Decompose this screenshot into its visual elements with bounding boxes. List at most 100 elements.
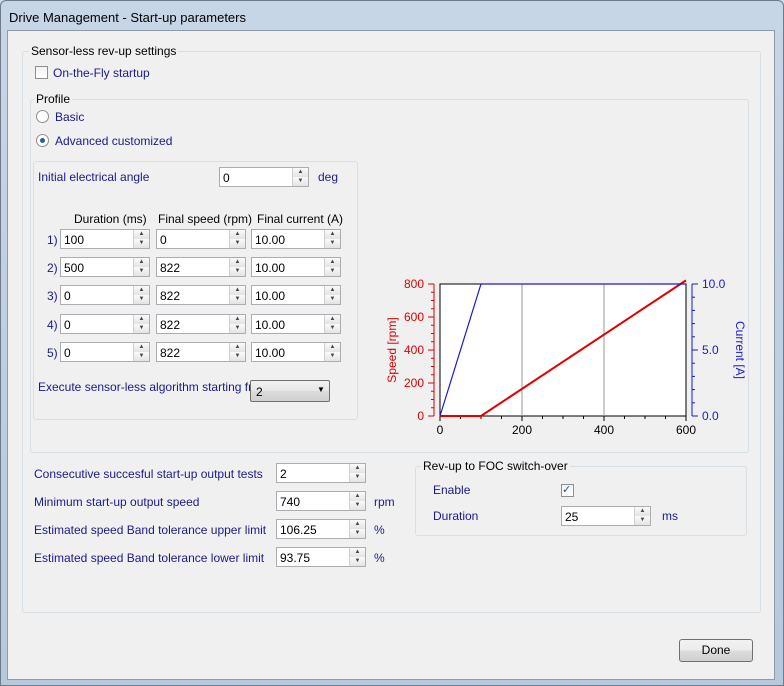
spin-down-button[interactable]: ▼ — [230, 324, 245, 333]
y2-axis-label: Current [A] — [733, 321, 747, 379]
advanced-radio-label[interactable]: Advanced customized — [55, 134, 172, 148]
spin-down-button[interactable]: ▼ — [230, 352, 245, 361]
y-tick-label: 600 — [404, 310, 424, 324]
profile-group-label: Profile — [34, 92, 73, 106]
lower-limit-label: Estimated speed Band tolerance lower lim… — [34, 551, 265, 565]
step-duration-spinner[interactable]: 100 ▲ ▼ — [60, 229, 150, 249]
spin-down-button[interactable]: ▼ — [350, 529, 365, 538]
spin-down-button[interactable]: ▼ — [230, 239, 245, 248]
min-speed-spinner[interactable]: 740 ▲ ▼ — [276, 491, 366, 511]
lower-limit-spinner[interactable]: 93.75 ▲ ▼ — [276, 547, 366, 567]
basic-radio[interactable] — [36, 110, 49, 123]
step-current-spinner[interactable]: 10.00 ▲ ▼ — [251, 257, 341, 277]
x-tick-label: 0 — [437, 423, 444, 437]
on-the-fly-checkbox[interactable] — [35, 66, 48, 79]
step-row-label: 2) — [47, 261, 58, 275]
min-speed-value: 740 — [280, 495, 301, 509]
spin-down-button[interactable]: ▼ — [134, 295, 149, 304]
spin-down-button[interactable]: ▼ — [293, 177, 308, 186]
initial-angle-unit: deg — [318, 170, 339, 184]
step-speed-spinner[interactable]: 822 ▲ ▼ — [156, 314, 246, 334]
foc-enable-checkbox[interactable]: ✓ — [561, 484, 574, 497]
y-axis-label: Speed [rpm] — [385, 317, 399, 382]
radio-selected-dot — [40, 138, 45, 143]
upper-limit-label: Estimated speed Band tolerance upper lim… — [34, 523, 267, 537]
initial-angle-value: 0 — [223, 171, 230, 185]
upper-limit-unit: % — [374, 523, 385, 537]
step-duration-value: 0 — [64, 346, 71, 360]
y2-tick-label: 5.0 — [702, 343, 719, 357]
min-speed-label: Minimum start-up output speed — [34, 495, 200, 509]
step-duration-value: 0 — [64, 289, 71, 303]
spin-down-button[interactable]: ▼ — [350, 473, 365, 482]
step-current-value: 10.00 — [255, 346, 286, 360]
y-tick-label: 800 — [404, 277, 424, 291]
spin-down-button[interactable]: ▼ — [134, 239, 149, 248]
window-title: Drive Management - Start-up parameters — [9, 10, 246, 25]
spin-down-button[interactable]: ▼ — [350, 501, 365, 510]
step-row-label: 4) — [47, 318, 58, 332]
y-tick-label: 0 — [417, 409, 424, 423]
spin-down-button[interactable]: ▼ — [325, 295, 340, 304]
foc-group-label: Rev-up to FOC switch-over — [421, 459, 570, 473]
step-current-value: 10.00 — [255, 289, 286, 303]
step-duration-value: 500 — [64, 261, 85, 275]
spin-down-button[interactable]: ▼ — [350, 557, 365, 566]
step-duration-spinner[interactable]: 0 ▲ ▼ — [60, 285, 150, 305]
dialog-client-area: Sensor-less rev-up settings On-the-Fly s… — [7, 30, 775, 680]
step-speed-value: 822 — [160, 261, 181, 275]
y-tick-label: 400 — [404, 343, 424, 357]
final-current-header: Final current (A) — [257, 212, 344, 226]
foc-duration-spinner[interactable]: 25 ▲ ▼ — [561, 506, 651, 526]
step-speed-spinner[interactable]: 822 ▲ ▼ — [156, 342, 246, 362]
foc-enable-label: Enable — [433, 483, 471, 497]
basic-radio-label[interactable]: Basic — [55, 110, 84, 124]
initial-angle-spinner[interactable]: 0 ▲ ▼ — [219, 167, 309, 187]
spin-down-button[interactable]: ▼ — [230, 267, 245, 276]
step-current-spinner[interactable]: 10.00 ▲ ▼ — [251, 342, 341, 362]
step-duration-spinner[interactable]: 0 ▲ ▼ — [60, 342, 150, 362]
step-current-value: 10.00 — [255, 233, 286, 247]
on-the-fly-label[interactable]: On-the-Fly startup — [53, 66, 150, 80]
step-duration-spinner[interactable]: 0 ▲ ▼ — [60, 314, 150, 334]
execute-step-dropdown[interactable]: 2 ▼ — [250, 380, 330, 402]
foc-duration-unit: ms — [662, 509, 678, 523]
step-current-spinner[interactable]: 10.00 ▲ ▼ — [251, 229, 341, 249]
done-button[interactable]: Done — [679, 639, 753, 662]
x-tick-label: 200 — [512, 423, 532, 437]
title-bar[interactable]: Drive Management - Start-up parameters — [1, 1, 783, 31]
y2-tick-label: 0.0 — [702, 409, 719, 423]
step-row-label: 3) — [47, 289, 58, 303]
step-duration-spinner[interactable]: 500 ▲ ▼ — [60, 257, 150, 277]
consecutive-tests-spinner[interactable]: 2 ▲ ▼ — [276, 463, 366, 483]
spin-down-button[interactable]: ▼ — [325, 324, 340, 333]
step-duration-value: 100 — [64, 233, 85, 247]
spin-down-button[interactable]: ▼ — [134, 267, 149, 276]
spin-down-button[interactable]: ▼ — [635, 516, 650, 525]
spin-down-button[interactable]: ▼ — [325, 352, 340, 361]
foc-duration-value: 25 — [565, 510, 579, 524]
step-speed-spinner[interactable]: 822 ▲ ▼ — [156, 285, 246, 305]
step-current-value: 10.00 — [255, 318, 286, 332]
y2-tick-label: 10.0 — [702, 277, 726, 291]
x-tick-label: 400 — [594, 423, 614, 437]
spin-down-button[interactable]: ▼ — [134, 324, 149, 333]
y-tick-label: 200 — [404, 376, 424, 390]
step-current-spinner[interactable]: 10.00 ▲ ▼ — [251, 285, 341, 305]
spin-down-button[interactable]: ▼ — [325, 239, 340, 248]
step-current-spinner[interactable]: 10.00 ▲ ▼ — [251, 314, 341, 334]
step-row-label: 5) — [47, 346, 58, 360]
step-duration-value: 0 — [64, 318, 71, 332]
upper-limit-spinner[interactable]: 106.25 ▲ ▼ — [276, 519, 366, 539]
step-speed-spinner[interactable]: 822 ▲ ▼ — [156, 257, 246, 277]
spin-down-button[interactable]: ▼ — [230, 295, 245, 304]
step-speed-value: 822 — [160, 318, 181, 332]
chevron-down-icon: ▼ — [317, 385, 325, 394]
step-speed-spinner[interactable]: 0 ▲ ▼ — [156, 229, 246, 249]
spin-down-button[interactable]: ▼ — [325, 267, 340, 276]
consecutive-tests-label: Consecutive succesful start-up output te… — [34, 467, 263, 481]
advanced-radio[interactable] — [36, 134, 49, 147]
step-row-label: 1) — [47, 233, 58, 247]
spin-down-button[interactable]: ▼ — [134, 352, 149, 361]
duration-header: Duration (ms) — [74, 212, 147, 226]
